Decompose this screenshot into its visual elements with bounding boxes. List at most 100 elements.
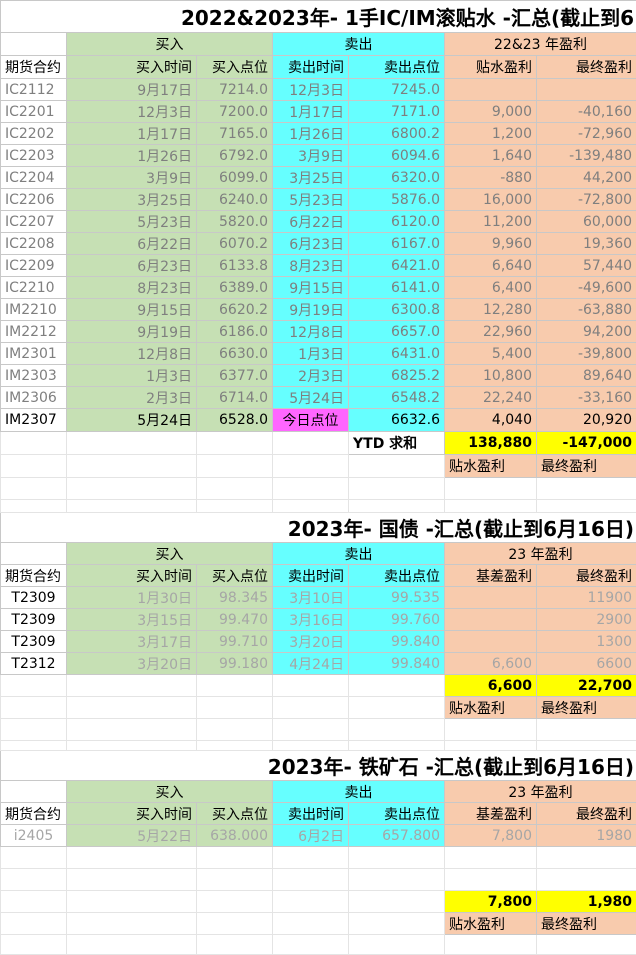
total-discount-profit[interactable]: 138,880 [445,432,537,455]
sell-price-cell[interactable]: 6825.2 [349,365,445,387]
col-header-buy-date[interactable]: 买入时间 [67,803,197,825]
empty-cell[interactable] [445,847,537,869]
empty-cell[interactable] [273,500,349,513]
sell-price-cell[interactable]: 6094.6 [349,145,445,167]
contract-cell[interactable]: i2405 [1,825,67,847]
blank-cell[interactable] [1,432,67,455]
empty-cell[interactable] [197,935,273,955]
blank-cell[interactable] [1,455,67,478]
empty-cell[interactable] [537,478,636,500]
col-header-sell-price[interactable]: 卖出点位 [349,565,445,587]
empty-cell[interactable] [67,500,197,513]
empty-cell[interactable] [445,935,537,955]
total-discount-profit[interactable]: 6,600 [445,675,537,697]
col-header-buy-price[interactable]: 买入点位 [197,803,273,825]
col-header-buy-price[interactable]: 买入点位 [197,56,273,79]
empty-cell[interactable] [197,478,273,500]
total-final-profit[interactable]: 1,980 [537,891,636,913]
col-header-sell-date[interactable]: 卖出时间 [273,56,349,79]
blank-cell[interactable] [273,697,349,719]
today-price-label[interactable]: 今日点位 [273,409,349,432]
blank-cell[interactable] [1,781,67,803]
buy-date-cell[interactable]: 9月15日 [67,299,197,321]
discount-profit-cell[interactable]: 4,040 [445,409,537,432]
empty-cell[interactable] [349,719,445,741]
sell-date-cell[interactable]: 1月17日 [273,101,349,123]
final-profit-cell[interactable]: -139,480 [537,145,636,167]
col-header-buy-date[interactable]: 买入时间 [67,56,197,79]
buy-price-cell[interactable]: 99.180 [197,653,273,675]
blank-cell[interactable] [197,891,273,913]
section-title[interactable]: 2023年- 国债 -汇总(截止到6月16日) [1,513,636,543]
sell-group-header[interactable]: 卖出 [273,33,445,56]
footer-final-label[interactable]: 最终盈利 [537,913,636,935]
blank-cell[interactable] [349,913,445,935]
empty-cell[interactable] [1,741,67,751]
buy-date-cell[interactable]: 1月26日 [67,145,197,167]
empty-cell[interactable] [537,741,636,751]
contract-cell[interactable]: T2309 [1,631,67,653]
sell-date-cell[interactable]: 3月10日 [273,587,349,609]
empty-cell[interactable] [445,741,537,751]
empty-cell[interactable] [445,719,537,741]
buy-date-cell[interactable]: 5月24日 [67,409,197,432]
empty-cell[interactable] [1,869,67,891]
buy-group-header[interactable]: 买入 [67,543,273,565]
sell-date-cell[interactable]: 1月26日 [273,123,349,145]
profit-group-header[interactable]: 22&23 年盈利 [445,33,636,56]
col-header-sell-date[interactable]: 卖出时间 [273,565,349,587]
blank-cell[interactable] [1,891,67,913]
sell-price-cell[interactable]: 6431.0 [349,343,445,365]
buy-date-cell[interactable]: 6月22日 [67,233,197,255]
contract-cell[interactable]: IC2112 [1,79,67,101]
blank-cell[interactable] [273,913,349,935]
sell-date-cell[interactable]: 8月23日 [273,255,349,277]
sell-price-cell[interactable]: 6300.8 [349,299,445,321]
contract-cell[interactable]: IC2201 [1,101,67,123]
col-header-buy-price[interactable]: 买入点位 [197,565,273,587]
buy-price-cell[interactable]: 6377.0 [197,365,273,387]
empty-cell[interactable] [349,869,445,891]
buy-price-cell[interactable]: 6620.2 [197,299,273,321]
discount-profit-cell[interactable] [445,631,537,653]
empty-cell[interactable] [67,847,197,869]
sell-price-cell[interactable]: 657.800 [349,825,445,847]
empty-cell[interactable] [273,741,349,751]
section-title[interactable]: 2023年- 铁矿石 -汇总(截止到6月16日) [1,751,636,781]
contract-cell[interactable]: T2312 [1,653,67,675]
col-header-sell-date[interactable]: 卖出时间 [273,803,349,825]
buy-date-cell[interactable]: 1月3日 [67,365,197,387]
blank-cell[interactable] [67,891,197,913]
discount-profit-cell[interactable]: 9,960 [445,233,537,255]
contract-cell[interactable]: IM2307 [1,409,67,432]
profit-group-header[interactable]: 23 年盈利 [445,781,636,803]
empty-cell[interactable] [67,719,197,741]
total-final-profit[interactable]: -147,000 [537,432,636,455]
buy-group-header[interactable]: 买入 [67,781,273,803]
sell-price-cell[interactable]: 99.760 [349,609,445,631]
sell-group-header[interactable]: 卖出 [273,543,445,565]
discount-profit-cell[interactable] [445,79,537,101]
buy-date-cell[interactable]: 8月23日 [67,277,197,299]
col-header-final-profit[interactable]: 最终盈利 [537,803,636,825]
col-header-contract[interactable]: 期货合约 [1,565,67,587]
buy-date-cell[interactable]: 6月23日 [67,255,197,277]
blank-cell[interactable] [1,543,67,565]
buy-price-cell[interactable]: 6133.8 [197,255,273,277]
discount-profit-cell[interactable] [445,609,537,631]
blank-cell[interactable] [67,913,197,935]
contract-cell[interactable]: IC2210 [1,277,67,299]
empty-cell[interactable] [537,500,636,513]
contract-cell[interactable]: IC2206 [1,189,67,211]
buy-price-cell[interactable]: 6186.0 [197,321,273,343]
buy-price-cell[interactable]: 7165.0 [197,123,273,145]
empty-cell[interactable] [537,719,636,741]
sell-price-cell[interactable]: 99.840 [349,653,445,675]
empty-cell[interactable] [67,935,197,955]
final-profit-cell[interactable]: 44,200 [537,167,636,189]
col-header-discount-profit[interactable]: 基差盈利 [445,803,537,825]
final-profit-cell[interactable]: 11900 [537,587,636,609]
col-header-discount-profit[interactable]: 基差盈利 [445,565,537,587]
buy-date-cell[interactable]: 5月23日 [67,211,197,233]
sell-date-cell[interactable]: 6月23日 [273,233,349,255]
